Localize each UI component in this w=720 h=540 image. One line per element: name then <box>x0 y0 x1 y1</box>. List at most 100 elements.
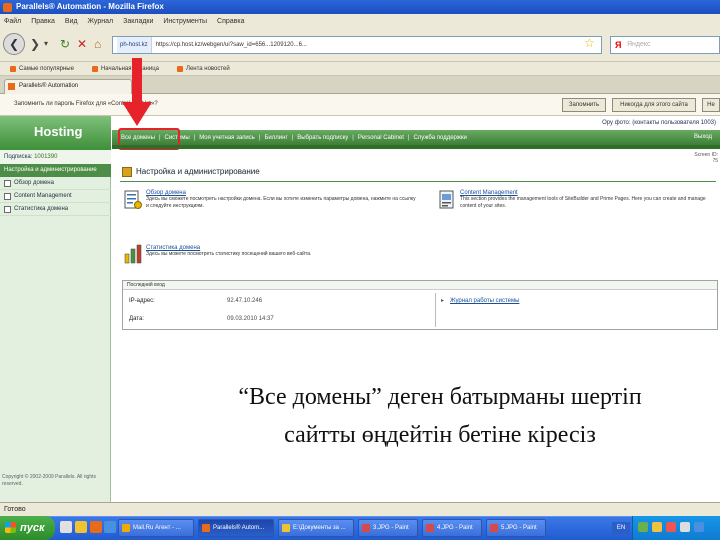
stop-icon[interactable]: ✕ <box>77 38 87 50</box>
start-button[interactable]: пуск <box>0 516 55 540</box>
sidebar-item-label: Статистика домена <box>14 206 69 212</box>
firefox-icon <box>202 524 210 532</box>
bookmark-label: Лента новостей <box>186 65 230 72</box>
volume-icon[interactable] <box>680 522 690 532</box>
show-desktop-icon[interactable] <box>60 521 72 533</box>
menu-edit[interactable]: Правка <box>31 18 55 25</box>
never-for-site-button[interactable]: Никогда для этого сайта <box>612 98 696 112</box>
sidebar-item-domain-statistics[interactable]: Статистика домена <box>0 203 111 216</box>
menu-file[interactable]: Файл <box>4 18 21 25</box>
language-indicator[interactable]: EN <box>612 522 630 534</box>
tray-icon[interactable] <box>638 522 648 532</box>
menu-bar: Файл Правка Вид Журнал Закладки Инструме… <box>0 14 720 28</box>
bookmark-label: Самые популярные <box>19 65 74 72</box>
network-icon[interactable] <box>694 522 704 532</box>
firefox-icon <box>3 3 12 12</box>
firefox-quicklaunch-icon[interactable] <box>90 521 102 533</box>
bookmark-news-feed[interactable]: Лента новостей <box>177 65 230 72</box>
task-paint-4[interactable]: 4.JPG - Paint <box>422 519 482 537</box>
domain-overview-desc: Здесь вы сможете посмотреть настройки до… <box>146 196 416 209</box>
forward-icon[interactable]: ❯ <box>30 38 40 50</box>
url-bar[interactable]: ph-host.kz https://cp.host.kz/webgen/ui?s… <box>112 36 602 54</box>
tab-label: Parallels® Automation <box>19 83 79 89</box>
tray-icon[interactable] <box>652 522 662 532</box>
bookmark-star-icon[interactable]: ☆ <box>584 37 595 49</box>
site-identity[interactable]: ph-host.kz <box>117 37 152 53</box>
reload-icon[interactable]: ↻ <box>60 38 70 50</box>
date-value: 09.03.2010 14:37 <box>227 316 274 322</box>
caption-line-1: “Все домены” деген батырманы шертіп <box>238 384 642 410</box>
exit-link[interactable]: Выход <box>694 130 712 145</box>
settings-folder-icon <box>122 167 132 177</box>
yandex-icon: Я <box>615 40 622 50</box>
caption: “Все домены” деген батырманы шертіп сайт… <box>160 378 720 454</box>
caption-line-2: сайтты өңдейтін бетіне кіресіз <box>284 422 596 448</box>
task-label: 5.JPG - Paint <box>501 525 537 531</box>
bookmarks-toolbar: Самые популярные Начальная страница Лент… <box>0 62 720 76</box>
home-icon[interactable]: ⌂ <box>94 38 101 50</box>
search-input[interactable]: Я Яндекс <box>610 36 720 54</box>
sidebar-item-domain-overview[interactable]: Обзор домена <box>0 177 111 190</box>
document-icon <box>4 206 11 213</box>
content-management-icon[interactable] <box>438 190 456 212</box>
feature-statistics: Статистика домена Здесь вы можете посмот… <box>146 245 416 258</box>
paint-icon <box>426 524 434 532</box>
navigation-toolbar: ❮ ❯ ▾ ↻ ✕ ⌂ ph-host.kz https://cp.host.kz… <box>0 28 720 62</box>
sidebar-item-content-management[interactable]: Content Management <box>0 190 111 203</box>
sidebar-item-label: Обзор домена <box>14 180 54 186</box>
system-log-link[interactable]: Журнал работы системы <box>450 298 519 304</box>
task-label: 4.JPG - Paint <box>437 525 473 531</box>
quicklaunch-icon[interactable] <box>75 521 87 533</box>
feature-domain-overview: Обзор домена Здесь вы сможете посмотреть… <box>146 190 416 210</box>
last-login-heading: Последний вход <box>123 281 717 290</box>
bookmark-icon <box>91 65 98 72</box>
date-label: Дата: <box>129 316 144 322</box>
not-now-button[interactable]: Не <box>702 98 720 112</box>
menu-help[interactable]: Справка <box>217 18 244 25</box>
panel-divider <box>435 293 436 327</box>
menu-view[interactable]: Вид <box>65 18 78 25</box>
task-paint-3[interactable]: 3.JPG - Paint <box>358 519 418 537</box>
domain-overview-icon[interactable] <box>124 190 142 212</box>
subscription-value: 1001390 <box>34 154 58 160</box>
browser-tab[interactable]: Parallels® Automation <box>4 79 132 94</box>
quicklaunch-icon[interactable] <box>104 521 116 533</box>
tab-select-subscription[interactable]: Выбрать подписку <box>294 135 351 141</box>
remember-password-button[interactable]: Запомнить <box>562 98 606 112</box>
document-icon <box>4 193 11 200</box>
window-titlebar: Parallels® Automation - Mozilla Firefox <box>0 0 720 14</box>
header-divider <box>112 145 720 149</box>
paint-icon <box>362 524 370 532</box>
task-parallels[interactable]: Parallels® Autom... <box>198 519 274 537</box>
tab-support[interactable]: Служба поддержки <box>410 135 469 141</box>
menu-bookmarks[interactable]: Закладки <box>123 18 153 25</box>
password-notification-bar: Запомнить ли пароль Firefox для «Control… <box>0 94 720 116</box>
menu-history[interactable]: Журнал <box>88 18 114 25</box>
task-documents[interactable]: E:\Документы за ... <box>278 519 354 537</box>
tab-personal-cabinet[interactable]: Personal Cabinet <box>355 135 407 141</box>
task-paint-5[interactable]: 5.JPG - Paint <box>486 519 546 537</box>
section-title: Настройка и администрирование <box>122 165 422 179</box>
task-mail-agent[interactable]: Mail.Ru Агент - ... <box>118 519 194 537</box>
history-dropdown-icon[interactable]: ▾ <box>44 38 48 50</box>
ip-label: IP-адрес: <box>129 298 155 304</box>
tab-billing[interactable]: Биллинг <box>261 135 290 141</box>
task-label: 3.JPG - Paint <box>373 525 409 531</box>
tray-icon[interactable] <box>666 522 676 532</box>
folder-icon <box>282 524 290 532</box>
back-arrow-icon: ❮ <box>8 37 20 51</box>
bookmark-icon <box>10 65 16 72</box>
window-title: Parallels® Automation - Mozilla Firefox <box>16 2 164 11</box>
back-button[interactable]: ❮ <box>3 33 25 55</box>
tab-my-account[interactable]: Моя учетная запись <box>196 135 258 141</box>
bookmark-most-visited[interactable]: Самые популярные <box>10 65 74 72</box>
task-label: E:\Документы за ... <box>293 525 346 531</box>
mail-agent-icon <box>122 524 130 532</box>
task-label: Mail.Ru Агент - ... <box>133 525 181 531</box>
main-nav-tabs: Все домены | Системы | Моя учетная запись |… <box>112 130 720 145</box>
menu-tools[interactable]: Инструменты <box>163 18 207 25</box>
url-text: https://cp.host.kz/webgen/ui?saw_id=656.… <box>155 42 307 48</box>
statistics-icon[interactable] <box>124 244 142 266</box>
hosting-logo: Hosting <box>0 116 111 150</box>
ip-value: 92.47.10.246 <box>227 298 263 304</box>
